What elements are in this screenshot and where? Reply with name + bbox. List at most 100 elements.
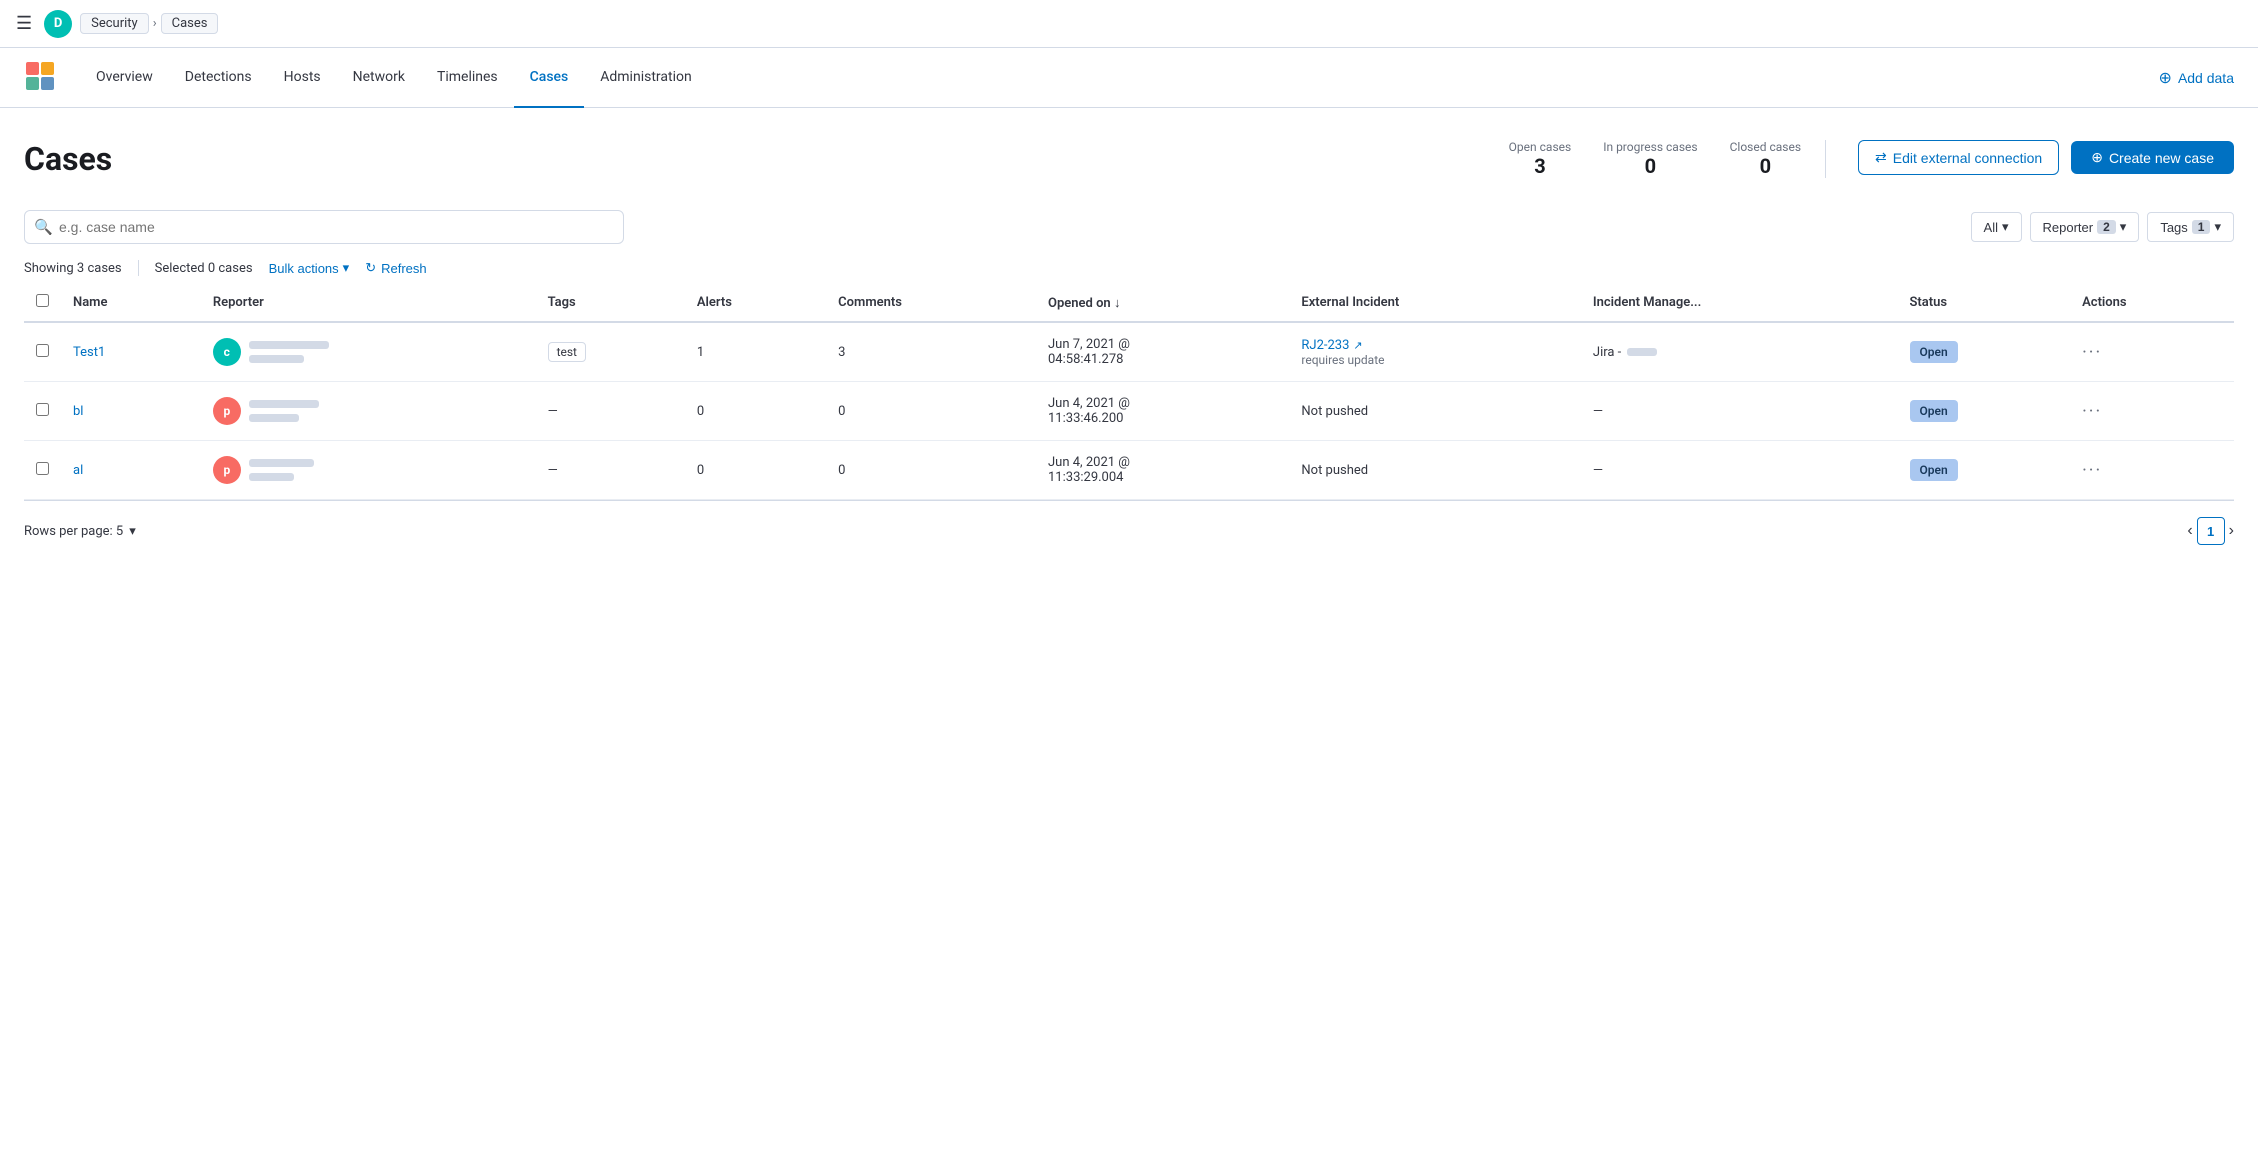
in-progress-value: 0 [1645,154,1656,178]
nav-cases[interactable]: Cases [514,48,585,108]
col-external-incident: External Incident [1289,284,1581,322]
external-link-icon: ↗ [1353,339,1362,352]
toolbar-row: Showing 3 cases Selected 0 cases Bulk ac… [24,260,2234,276]
reporter-chevron-icon: ▾ [2120,219,2127,235]
status-filter[interactable]: All ▾ [1971,212,2022,242]
table-row: al p — 0 0 Jun 4, 2021 @ 11:33 [24,441,2234,500]
filter-right: All ▾ Reporter 2 ▾ Tags 1 ▾ [1971,212,2234,242]
connection-icon: ⇄ [1875,149,1887,166]
reporter-info-3 [249,459,314,481]
case-name-3[interactable]: al [73,463,83,478]
tags-filter[interactable]: Tags 1 ▾ [2147,212,2234,242]
comments-3: 0 [826,441,1036,500]
select-all-checkbox[interactable] [36,294,49,307]
tag-1: test [548,342,586,362]
external-note-1: requires update [1301,353,1569,367]
incident-mgmt-2: — [1581,382,1898,441]
status-3: Open [1898,441,2071,500]
toolbar-divider [138,260,139,276]
chevron-down-icon: ▾ [2002,219,2009,235]
status-badge-1: Open [1910,341,1958,363]
row-2-checkbox[interactable] [36,403,49,416]
case-name-1[interactable]: Test1 [73,345,105,360]
page-content: Cases Open cases 3 In progress cases 0 C… [0,108,2258,593]
prev-page-button[interactable]: ‹ [2187,522,2192,540]
col-tags: Tags [536,284,685,322]
rows-chevron-icon: ▾ [129,524,136,539]
status-badge-3: Open [1910,459,1958,481]
page-1-button[interactable]: 1 [2197,517,2225,545]
stat-closed: Closed cases 0 [1730,140,1801,178]
col-status: Status [1898,284,2071,322]
table-footer: Rows per page: 5 ▾ ‹ 1 › [24,500,2234,561]
reporter-avatar-1: c [213,338,241,366]
nav-overview[interactable]: Overview [80,48,169,108]
top-bar: ☰ D Security › Cases [0,0,2258,48]
tag-3: — [536,441,685,500]
opened-on-3: Jun 4, 2021 @ 11:33:29.004 [1036,441,1289,500]
tags-badge: 1 [2192,220,2211,234]
reporter-info-2 [249,400,319,422]
refresh-button[interactable]: ↻ Refresh [365,260,426,276]
incident-mgmt-1: Jira - [1581,322,1898,382]
refresh-icon: ↻ [365,260,376,276]
col-incident-manage: Incident Manage... [1581,284,1898,322]
comments-1: 3 [826,322,1036,382]
external-incident-3: Not pushed [1289,441,1581,500]
page-title: Cases [24,140,1461,178]
search-wrap: 🔍 [24,210,624,244]
open-cases-label: Open cases [1509,140,1572,154]
row-3-actions[interactable]: ··· [2082,460,2102,481]
next-page-button[interactable]: › [2229,522,2234,540]
filter-row: 🔍 All ▾ Reporter 2 ▾ Tags 1 ▾ [24,210,2234,244]
nav-bar: Overview Detections Hosts Network Timeli… [0,48,2258,108]
breadcrumb-security[interactable]: Security [80,13,149,34]
search-input[interactable] [24,210,624,244]
add-data-button[interactable]: ⊕ Add data [2159,68,2234,88]
reporter-avatar-2: p [213,397,241,425]
nav-administration[interactable]: Administration [584,48,707,108]
nav-right: ⊕ Add data [2159,68,2234,88]
alerts-2: 0 [685,382,826,441]
tags-chevron-icon: ▾ [2214,219,2221,235]
external-incident-1: RJ2-233 ↗ requires update [1289,322,1581,382]
reporter-cell-3: p [213,456,524,484]
status-1: Open [1898,322,2071,382]
tag-2: — [536,382,685,441]
status-2: Open [1898,382,2071,441]
breadcrumb: Security › Cases [80,13,218,34]
select-all-header [24,284,61,322]
row-1-actions[interactable]: ··· [2082,342,2102,363]
nav-network[interactable]: Network [337,48,421,108]
row-3-checkbox[interactable] [36,462,49,475]
col-opened-on[interactable]: Opened on ↓ [1036,284,1289,322]
nav-detections[interactable]: Detections [169,48,268,108]
external-link-1[interactable]: RJ2-233 ↗ [1301,338,1569,353]
reporter-name-blurred-3 [249,459,314,467]
row-2-actions[interactable]: ··· [2082,401,2102,422]
nav-links: Overview Detections Hosts Network Timeli… [80,48,2159,108]
nav-hosts[interactable]: Hosts [268,48,337,108]
rows-per-page[interactable]: Rows per page: 5 ▾ [24,524,136,539]
stat-open: Open cases 3 [1509,140,1572,178]
row-1-checkbox[interactable] [36,344,49,357]
breadcrumb-cases[interactable]: Cases [161,13,219,34]
edit-external-button[interactable]: ⇄ Edit external connection [1858,140,2059,175]
open-cases-value: 3 [1534,154,1545,178]
reporter-cell-2: p [213,397,524,425]
closed-cases-value: 0 [1760,154,1771,178]
case-name-2[interactable]: bl [73,404,83,419]
create-case-button[interactable]: ⊕ Create new case [2071,141,2234,174]
bulk-actions-button[interactable]: Bulk actions ▾ [269,260,350,276]
menu-icon[interactable]: ☰ [16,13,32,34]
search-icon: 🔍 [34,218,53,236]
table-row: Test1 c test 1 3 Jun [24,322,2234,382]
reporter-sub-blurred-2 [249,414,299,422]
status-badge-2: Open [1910,400,1958,422]
reporter-filter[interactable]: Reporter 2 ▾ [2030,212,2140,242]
col-alerts: Alerts [685,284,826,322]
reporter-cell-1: c [213,338,524,366]
nav-timelines[interactable]: Timelines [421,48,514,108]
comments-2: 0 [826,382,1036,441]
reporter-info-1 [249,341,329,363]
